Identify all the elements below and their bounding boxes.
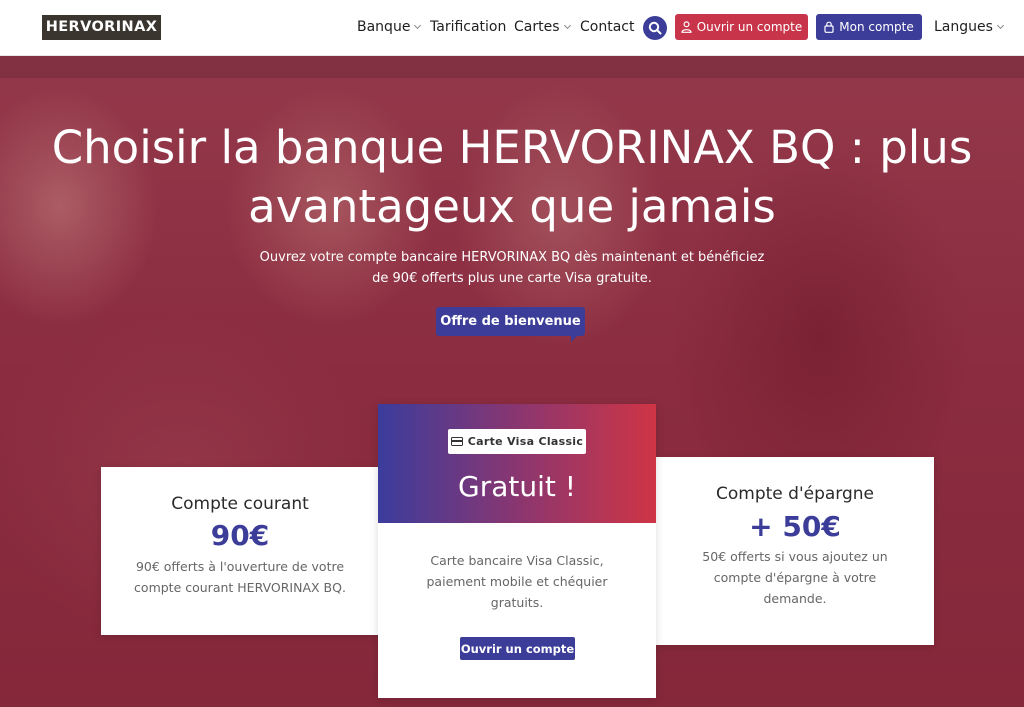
card-amount: 90€	[210, 519, 270, 552]
my-account-label: Mon compte	[839, 20, 914, 34]
visa-card-offer: Carte Visa Classic Gratuit ! Carte banca…	[378, 404, 656, 698]
savings-account-card: Compte d'épargne + 50€ 50€ offerts si vo…	[656, 457, 934, 645]
nav-banque-label: Banque	[357, 19, 411, 35]
badge-label: Carte Visa Classic	[467, 435, 584, 448]
nav-contact-label: Contact	[580, 19, 635, 35]
free-headline: Gratuit !	[458, 470, 576, 503]
brand-logo[interactable]: HERVORINAX	[42, 15, 161, 40]
nav-cartes-label: Cartes	[514, 19, 560, 35]
chevron-down-icon	[563, 21, 571, 30]
search-button[interactable]	[643, 16, 667, 40]
card-description: 90€ offerts à l'ouverture de votre compt…	[134, 559, 346, 595]
chevron-down-icon	[414, 21, 422, 30]
hero-subtitle: Ouvrez votre compte bancaire HERVORINAX …	[259, 250, 765, 286]
current-account-card: Compte courant 90€ 90€ offerts à l'ouver…	[101, 467, 379, 635]
nav-tarification-label: Tarification	[430, 19, 507, 35]
welcome-offer-button[interactable]: Offre de bienvenue	[436, 307, 585, 342]
card-title: Compte courant	[171, 494, 309, 514]
nav-banque[interactable]: Banque	[357, 19, 422, 35]
hero-title: Choisir la banque HERVORINAX BQ : plus a…	[51, 121, 973, 233]
top-navbar: HERVORINAX Banque Tarification Cartes Co…	[0, 0, 1024, 56]
nav-langues-label: Langues	[934, 19, 993, 35]
user-icon	[681, 21, 692, 33]
nav-cartes[interactable]: Cartes	[514, 19, 571, 35]
hero-background-photo	[0, 56, 1024, 78]
nav-langues[interactable]: Langues	[934, 19, 1004, 35]
card-title: Compte d'épargne	[716, 484, 874, 504]
chevron-down-icon	[996, 21, 1004, 30]
lock-icon	[824, 21, 834, 33]
card-amount: + 50€	[749, 510, 841, 543]
open-account-card-button[interactable]: Ouvrir un compte	[460, 637, 575, 660]
open-account-button[interactable]: Ouvrir un compte	[675, 14, 808, 40]
credit-card-icon	[450, 437, 463, 446]
nav-tarification[interactable]: Tarification	[430, 19, 506, 35]
nav-contact[interactable]: Contact	[580, 19, 634, 35]
search-icon	[648, 21, 662, 35]
my-account-button[interactable]: Mon compte	[816, 14, 922, 40]
visa-classic-badge: Carte Visa Classic	[448, 429, 586, 454]
card-description: 50€ offerts si vous ajoutez un compte d'…	[702, 549, 888, 606]
card-description: Carte bancaire Visa Classic, paiement mo…	[426, 553, 608, 610]
card-header-gradient: Carte Visa Classic Gratuit !	[378, 404, 656, 523]
open-account-label: Ouvrir un compte	[696, 20, 803, 34]
